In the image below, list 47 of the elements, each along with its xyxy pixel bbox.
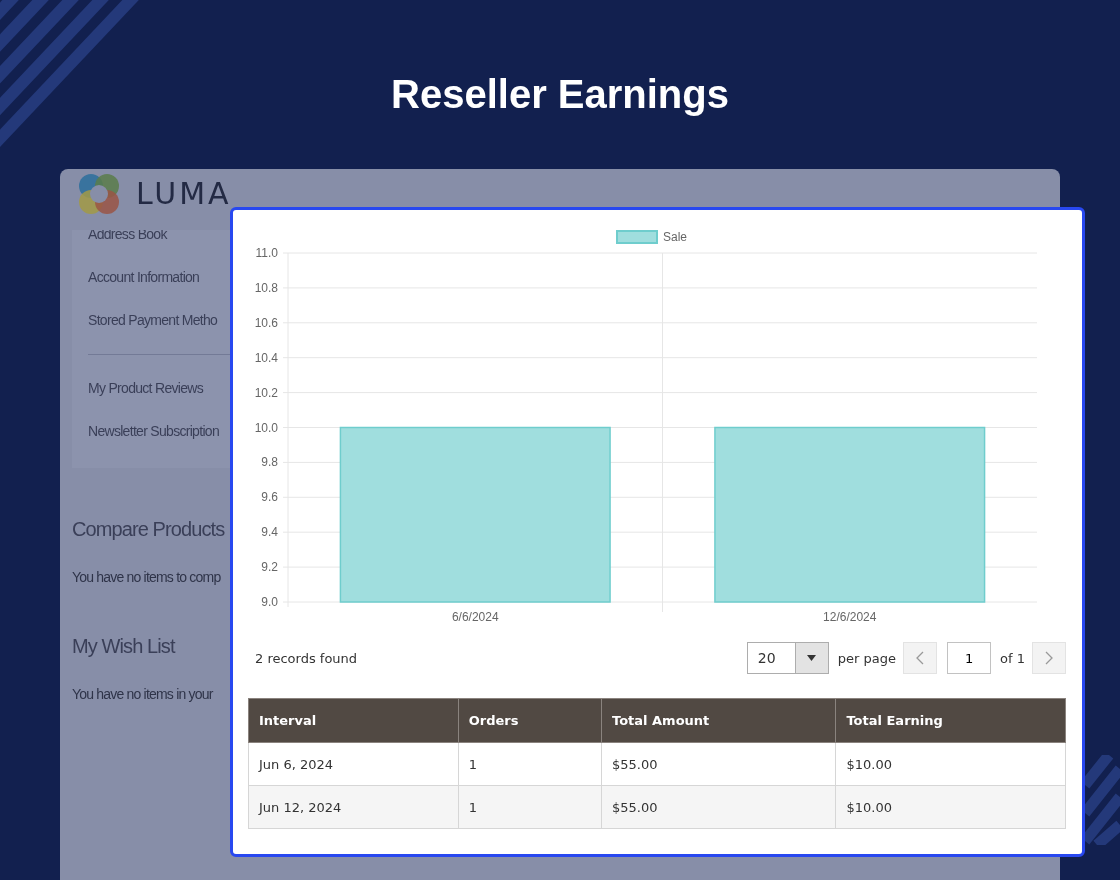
table-cell: 1: [458, 785, 602, 829]
chart-legend: Sale: [616, 230, 688, 244]
chevron-right-icon: [1045, 651, 1053, 665]
table-cell: Jun 6, 2024: [248, 742, 459, 786]
nav-link[interactable]: Stored Payment Metho: [88, 312, 218, 330]
next-page-button[interactable]: [1032, 642, 1066, 674]
axis-label: 9.6: [261, 490, 278, 505]
logo-text: LUMA: [136, 176, 232, 212]
axis-label: 10.2: [254, 385, 278, 400]
nav-link[interactable]: Newsletter Subscription: [88, 423, 219, 441]
section-heading: Compare Products: [72, 518, 225, 542]
table-cell: $10.00: [835, 742, 1066, 786]
column-header: Total Earning: [835, 698, 1066, 743]
table-cell: $55.00: [601, 742, 836, 786]
nav-link[interactable]: My Product Reviews: [88, 380, 203, 398]
axis-label: 10.6: [254, 315, 278, 330]
section-heading: My Wish List: [72, 635, 175, 659]
nav-link[interactable]: Account Information: [88, 269, 200, 287]
page-total: of 1: [1000, 650, 1025, 666]
axis-label: 12/6/2024: [823, 610, 877, 624]
column-header: Orders: [458, 698, 602, 743]
axis-label: 11.0: [255, 246, 278, 260]
axis-label: 10.4: [254, 350, 278, 365]
empty-message: You have no items in your: [72, 686, 213, 703]
caret-icon: [807, 655, 817, 661]
legend-label: Sale: [663, 230, 688, 244]
table-cell: Jun 12, 2024: [248, 785, 459, 829]
table-cell: $10.00: [835, 785, 1066, 829]
chevron-left-icon: [916, 651, 925, 665]
column-header: Total Amount: [601, 698, 836, 743]
page-input[interactable]: 1: [947, 642, 992, 674]
axis-label: 10.0: [254, 420, 278, 435]
axis-label: 6/6/2024: [451, 610, 499, 624]
axis-label: 9.0: [261, 595, 278, 609]
per-page-select[interactable]: 20: [746, 642, 829, 674]
records-count: 2 records found: [255, 650, 358, 666]
axis-label: 9.4: [261, 525, 278, 540]
table-cell: $55.00: [601, 785, 836, 829]
column-header: Interval: [248, 698, 459, 743]
axis-label: 9.8: [261, 455, 278, 470]
empty-message: You have no items to comp: [72, 569, 221, 586]
axis-label: 9.2: [261, 560, 278, 575]
table-cell: 1: [458, 742, 602, 786]
per-page-label: per page: [837, 650, 897, 666]
axis-label: 10.8: [254, 280, 278, 295]
previous-page-button[interactable]: [903, 642, 938, 674]
page-title: Reseller Earnings: [391, 72, 729, 118]
